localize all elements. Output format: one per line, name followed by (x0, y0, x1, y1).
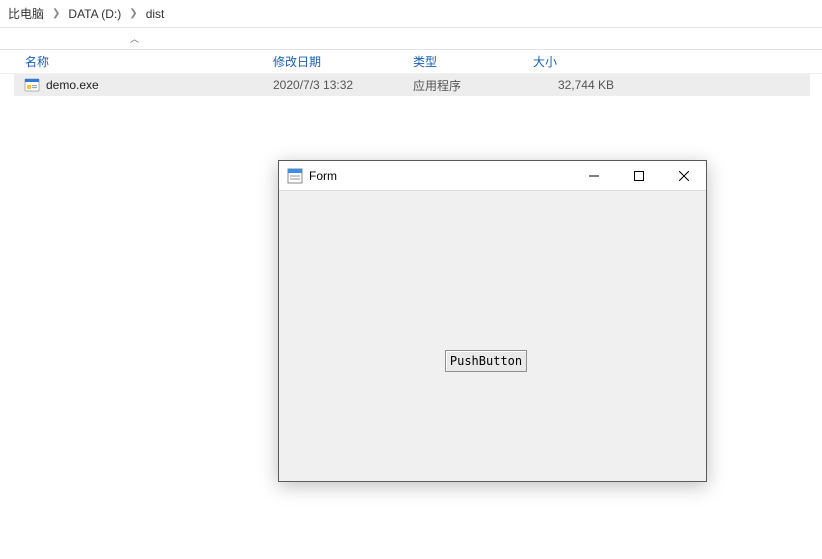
column-header-type[interactable]: 类型 (405, 53, 525, 70)
breadcrumb-item[interactable]: DATA (D:) (66, 7, 123, 21)
app-window[interactable]: Form PushButton (278, 160, 707, 482)
file-type-cell: 应用程序 (405, 77, 525, 94)
file-size-cell: 32,744 KB (525, 78, 620, 92)
app-client-area: PushButton (279, 191, 706, 481)
breadcrumb[interactable]: 比电脑 ❯ DATA (D:) ❯ dist (0, 0, 822, 28)
breadcrumb-item[interactable]: dist (144, 7, 167, 21)
close-button[interactable] (661, 161, 706, 190)
breadcrumb-item[interactable]: 比电脑 (6, 5, 46, 22)
table-row[interactable]: demo.exe 2020/7/3 13:32 应用程序 32,744 KB (14, 74, 810, 96)
column-header-name[interactable]: 名称 (0, 53, 265, 70)
minimize-button[interactable] (571, 161, 616, 190)
file-name-cell[interactable]: demo.exe (14, 77, 265, 93)
column-header-size[interactable]: 大小 (525, 53, 620, 70)
window-controls (571, 161, 706, 190)
chevron-up-icon[interactable]: ︿ (130, 32, 139, 45)
file-list-pane: 名称 修改日期 类型 大小 demo.exe 2020/7/3 13:32 应用… (0, 50, 822, 96)
chevron-right-icon: ❯ (123, 8, 143, 19)
maximize-button[interactable] (616, 161, 661, 190)
column-headers[interactable]: 名称 修改日期 类型 大小 (0, 50, 822, 74)
titlebar[interactable]: Form (279, 161, 706, 191)
push-button[interactable]: PushButton (445, 350, 527, 372)
column-header-date[interactable]: 修改日期 (265, 53, 405, 70)
chevron-right-icon: ❯ (46, 8, 66, 19)
file-name-label: demo.exe (46, 78, 99, 92)
window-title: Form (309, 169, 571, 183)
app-icon (287, 168, 303, 184)
exe-file-icon (24, 77, 40, 93)
toolbar-strip: ︿ (0, 28, 822, 50)
file-date-cell: 2020/7/3 13:32 (265, 78, 405, 92)
